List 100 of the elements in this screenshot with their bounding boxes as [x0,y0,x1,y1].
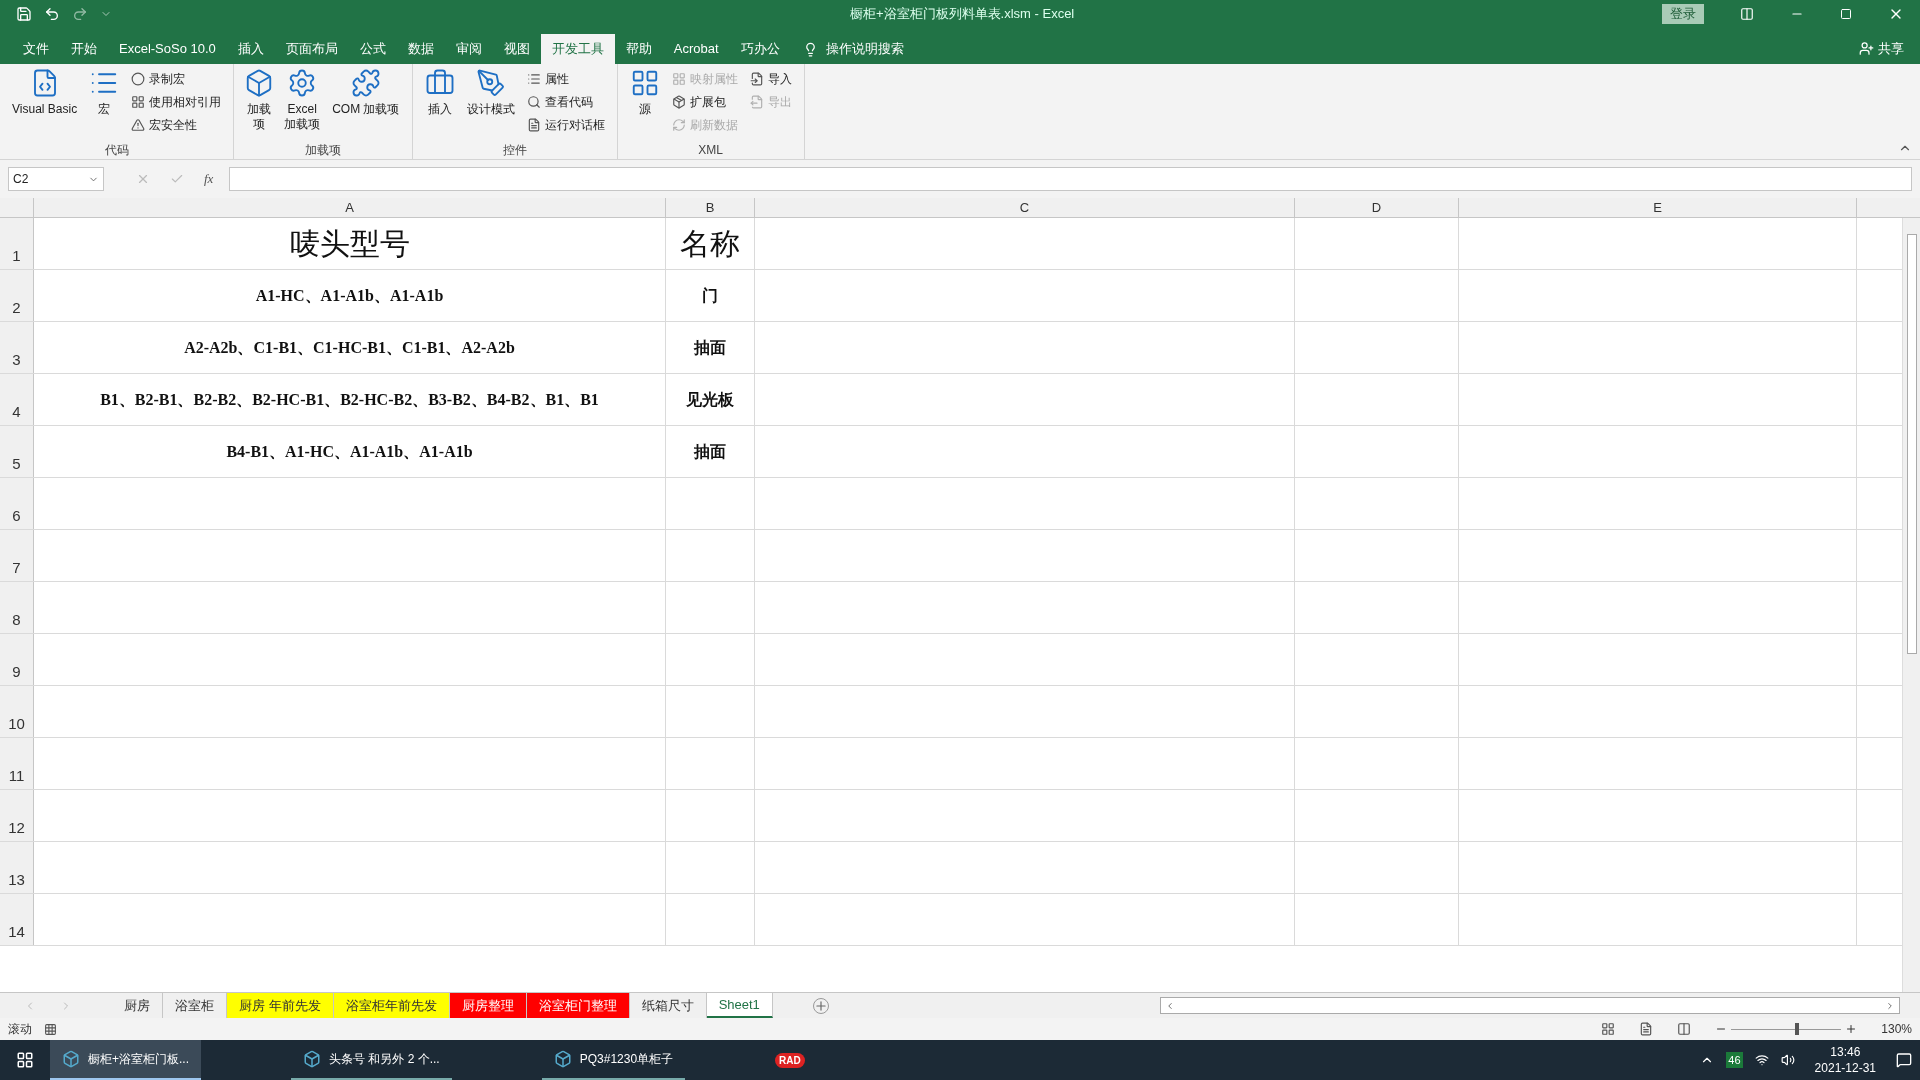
ribbon-large-button[interactable]: 源 [625,68,664,141]
clock-time: 13:46 [1830,1044,1861,1060]
undo-icon[interactable] [44,6,60,22]
menu-tab[interactable]: 公式 [348,34,397,64]
ribbon-large-button[interactable]: Visual Basic [8,68,82,141]
ribbon-small-button[interactable]: 查看代码 [522,91,609,112]
restore-icon[interactable] [1840,8,1852,20]
row-header[interactable]: 3 [0,322,34,373]
ribbon-large-button[interactable]: 加载项 [242,68,277,141]
zoom-thumb[interactable] [1794,1023,1799,1035]
row-header[interactable]: 12 [0,790,34,841]
menu-tab[interactable]: Excel-SoSo 10.0 [108,34,227,64]
network-icon[interactable] [1754,1053,1769,1067]
ribbon-small-icon [131,71,146,86]
zoom-percent[interactable]: 130% [1881,1020,1912,1038]
ribbon-small-button[interactable]: 扩展包 [667,91,742,112]
row-header[interactable]: 9 [0,634,34,685]
menu-tab[interactable]: 视图 [492,34,541,64]
row-header[interactable]: 5 [0,426,34,477]
menu-tab[interactable]: 开始 [60,34,108,64]
sheet-tab[interactable]: 厨房整理 [449,993,527,1018]
horizontal-scrollbar[interactable] [1160,997,1900,1014]
tray-app-label[interactable]: RAD [775,1052,805,1068]
row-header[interactable]: 4 [0,374,34,425]
ribbon-small-icon [749,71,764,86]
name-box[interactable]: C2 [8,167,104,191]
group-label: 加载项 [303,142,342,159]
row-header[interactable]: 7 [0,530,34,581]
menu-tab[interactable]: 巧办公 [729,34,791,64]
row-header[interactable]: 14 [0,894,34,945]
row-header[interactable]: 1 [0,218,34,269]
row-header[interactable]: 6 [0,478,34,529]
sheet-tab[interactable]: Sheet1 [706,993,773,1018]
column-header[interactable]: A [34,198,666,217]
ribbon-small-button[interactable]: 属性 [522,68,609,89]
save-icon[interactable] [16,6,32,22]
menu-tab[interactable]: 插入 [226,34,275,64]
menu-tab[interactable]: 帮助 [614,34,663,64]
share-button[interactable]: 共享 [1859,38,1904,58]
taskbar-app[interactable]: PQ3#1230单柜子 [541,1040,686,1080]
row-header[interactable]: 11 [0,738,34,789]
menu-tab[interactable]: 审阅 [444,34,493,64]
table-cell-text: B4-B1、A1-HC、A1-A1b、A1-A1b [226,441,473,462]
menu-tab[interactable]: 文件 [12,34,60,64]
ribbon-display-icon[interactable] [1740,7,1754,21]
volume-icon[interactable] [1780,1053,1795,1067]
sheet-tab[interactable]: 厨房 年前先发 [227,993,334,1018]
column-header[interactable]: B [666,198,755,217]
ribbon-small-button[interactable]: 宏安全性 [127,114,226,135]
table-cell-text: 名称 [680,226,740,262]
ribbon-large-button[interactable]: 插入 [420,68,459,141]
ribbon-small-icon [131,94,146,109]
macro-recording-icon[interactable] [44,1022,57,1036]
sheet-tab[interactable]: 浴室柜年前先发 [333,993,450,1018]
row-header[interactable]: 10 [0,686,34,737]
row-header[interactable]: 8 [0,582,34,633]
table-cell-text: 抽面 [694,337,726,358]
table-cell-text: 门 [702,285,718,306]
row-header[interactable]: 2 [0,270,34,321]
table-cell-text: 见光板 [686,389,734,410]
zoom-in-icon[interactable] [1845,1023,1858,1035]
table-cell-text: 抽面 [694,441,726,462]
ribbon-large-button[interactable]: 宏 [85,68,124,141]
menu-tab[interactable]: Acrobat [662,34,730,64]
zoom-slider[interactable] [1731,1023,1842,1035]
ribbon-small-button[interactable]: 导入 [745,68,796,89]
ribbon-small-icon [526,117,541,132]
tray-badge[interactable]: 46 [1726,1051,1743,1069]
notification-icon[interactable] [1896,1052,1912,1068]
insert-function-button[interactable]: fx [204,169,214,189]
windows-start-icon[interactable] [16,1051,34,1069]
row-header[interactable]: 13 [0,842,34,893]
ribbon-large-button[interactable]: COM 加载项 [328,68,404,141]
app-icon [303,1050,321,1068]
taskbar-app[interactable]: 橱柜+浴室柜门板... [50,1040,201,1080]
column-header[interactable]: C [755,198,1295,217]
login-button[interactable]: 登录 [1662,4,1704,24]
taskbar-app[interactable]: 头条号 和另外 2 个... [291,1040,452,1080]
ribbon-small-icon [526,94,541,109]
menu-tab[interactable]: 页面布局 [274,34,349,64]
menu-tab[interactable]: 开发工具 [540,34,615,64]
menu-tab[interactable]: 数据 [396,34,445,64]
tell-me-search[interactable]: 操作说明搜索 [825,38,904,58]
ribbon-small-button[interactable]: 录制宏 [127,68,226,89]
ribbon-large-button[interactable]: Excel 加载项 [280,68,325,141]
normal-view-icon[interactable] [1601,1022,1616,1036]
clock-date: 2021-12-31 [1814,1060,1876,1076]
page-break-icon[interactable] [1677,1022,1692,1036]
ribbon-small-button[interactable]: 运行对话框 [522,114,609,135]
ribbon-small-button[interactable]: 使用相对引用 [127,91,226,112]
formula-input[interactable] [229,167,1912,191]
column-header[interactable]: E [1459,198,1857,217]
vertical-scrollbar[interactable] [1902,218,1920,992]
page-layout-icon[interactable] [1639,1022,1654,1036]
sheet-tab[interactable]: 浴室柜门整理 [526,993,630,1018]
scroll-right-icon[interactable] [1885,1000,1895,1011]
column-header[interactable]: D [1295,198,1459,217]
scroll-left-icon[interactable] [1165,1000,1175,1011]
ribbon-large-button[interactable]: 设计模式 [462,68,519,141]
ribbon-small-icon [671,117,686,132]
